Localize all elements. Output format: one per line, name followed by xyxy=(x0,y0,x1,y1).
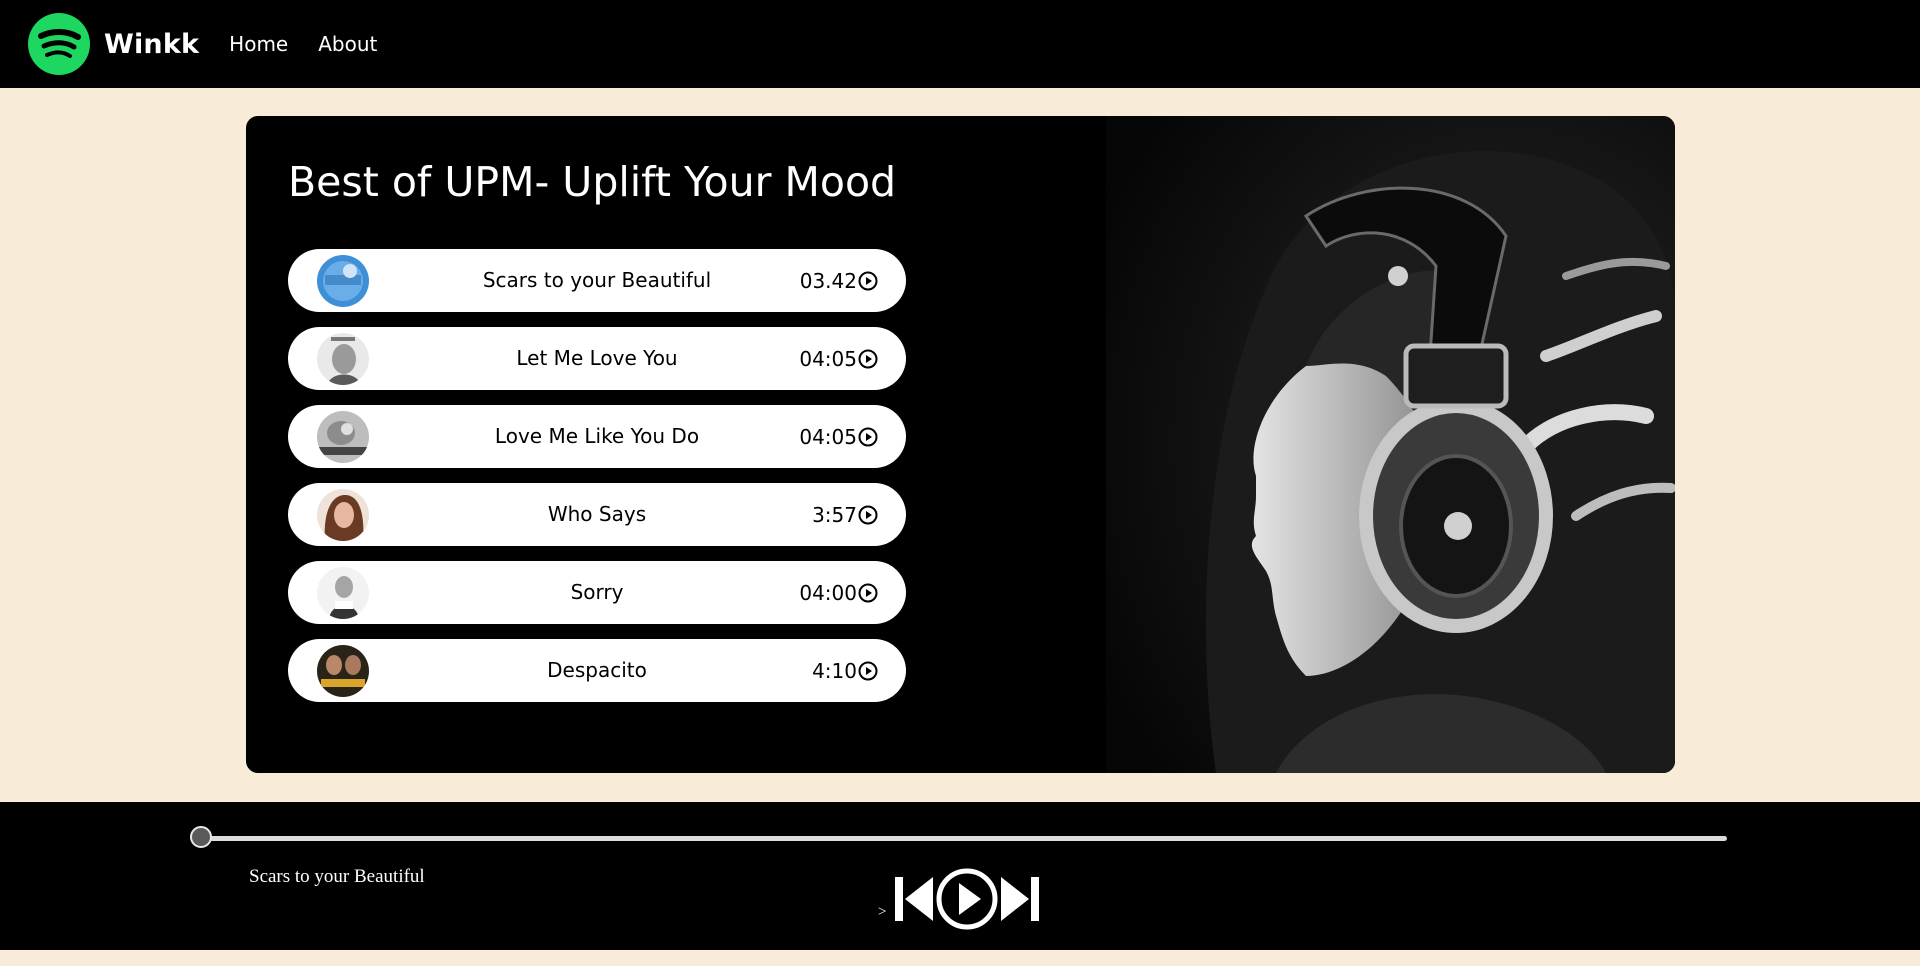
song-duration-text: 04:05 xyxy=(799,424,857,449)
play-icon[interactable] xyxy=(935,867,999,931)
song-duration-text: 03.42 xyxy=(799,268,857,293)
song-item[interactable]: Scars to your Beautiful 03.42 xyxy=(288,249,906,312)
song-duration: 04:05 xyxy=(799,405,878,468)
song-item[interactable]: Let Me Love You 04:05 xyxy=(288,327,906,390)
song-cover-image xyxy=(317,645,369,697)
brand-name[interactable]: Winkk xyxy=(104,29,199,60)
song-item[interactable]: Sorry 04:00 xyxy=(288,561,906,624)
woman-with-headphones-photo xyxy=(1106,116,1675,773)
song-item[interactable]: Love Me Like You Do 04:05 xyxy=(288,405,906,468)
song-duration: 3:57 xyxy=(812,483,878,546)
song-name: Love Me Like You Do xyxy=(494,424,700,448)
progress-thumb[interactable] xyxy=(190,826,212,848)
song-cover-image xyxy=(317,255,369,307)
song-item[interactable]: Despacito 4:10 xyxy=(288,639,906,702)
nav-link-home[interactable]: Home xyxy=(229,32,288,56)
playlist-title: Best of UPM- Uplift Your Mood xyxy=(288,158,897,206)
song-cover-image xyxy=(317,567,369,619)
playing-marker: > xyxy=(878,904,887,920)
song-duration: 4:10 xyxy=(812,639,878,702)
previous-icon[interactable] xyxy=(893,874,935,924)
song-duration-text: 04:00 xyxy=(799,580,857,605)
song-name: Who Says xyxy=(547,502,647,526)
song-duration-text: 4:10 xyxy=(812,658,857,683)
song-cover-image xyxy=(317,411,369,463)
song-cover-image xyxy=(317,489,369,541)
song-list: Scars to your Beautiful 03.42 Let Me Lov… xyxy=(288,249,906,717)
next-icon[interactable] xyxy=(999,874,1041,924)
song-name: Despacito xyxy=(547,658,647,682)
now-playing-title: Scars to your Beautiful xyxy=(249,866,425,887)
player-bar: Scars to your Beautiful > xyxy=(0,802,1920,950)
play-circle-icon[interactable] xyxy=(858,583,878,603)
song-duration-text: 04:05 xyxy=(799,346,857,371)
nav-link-about[interactable]: About xyxy=(318,32,377,56)
song-name: Let Me Love You xyxy=(516,346,678,370)
song-duration-text: 3:57 xyxy=(812,502,857,527)
song-cover-image xyxy=(317,333,369,385)
navbar: Winkk Home About xyxy=(0,0,1920,88)
song-name: Scars to your Beautiful xyxy=(482,268,712,292)
song-name: Sorry xyxy=(570,580,624,604)
play-circle-icon[interactable] xyxy=(858,349,878,369)
playlist-card: Best of UPM- Uplift Your Mood Scars to y… xyxy=(246,116,1675,773)
playback-controls xyxy=(893,867,1041,931)
play-circle-icon[interactable] xyxy=(858,271,878,291)
spotify-logo-icon[interactable] xyxy=(28,13,90,75)
play-circle-icon[interactable] xyxy=(858,661,878,681)
progress-bar[interactable] xyxy=(190,826,1727,848)
song-duration: 04:00 xyxy=(799,561,878,624)
play-circle-icon[interactable] xyxy=(858,427,878,447)
play-circle-icon[interactable] xyxy=(858,505,878,525)
song-item[interactable]: Who Says 3:57 xyxy=(288,483,906,546)
song-duration: 03.42 xyxy=(800,249,878,312)
song-duration: 04:05 xyxy=(799,327,878,390)
